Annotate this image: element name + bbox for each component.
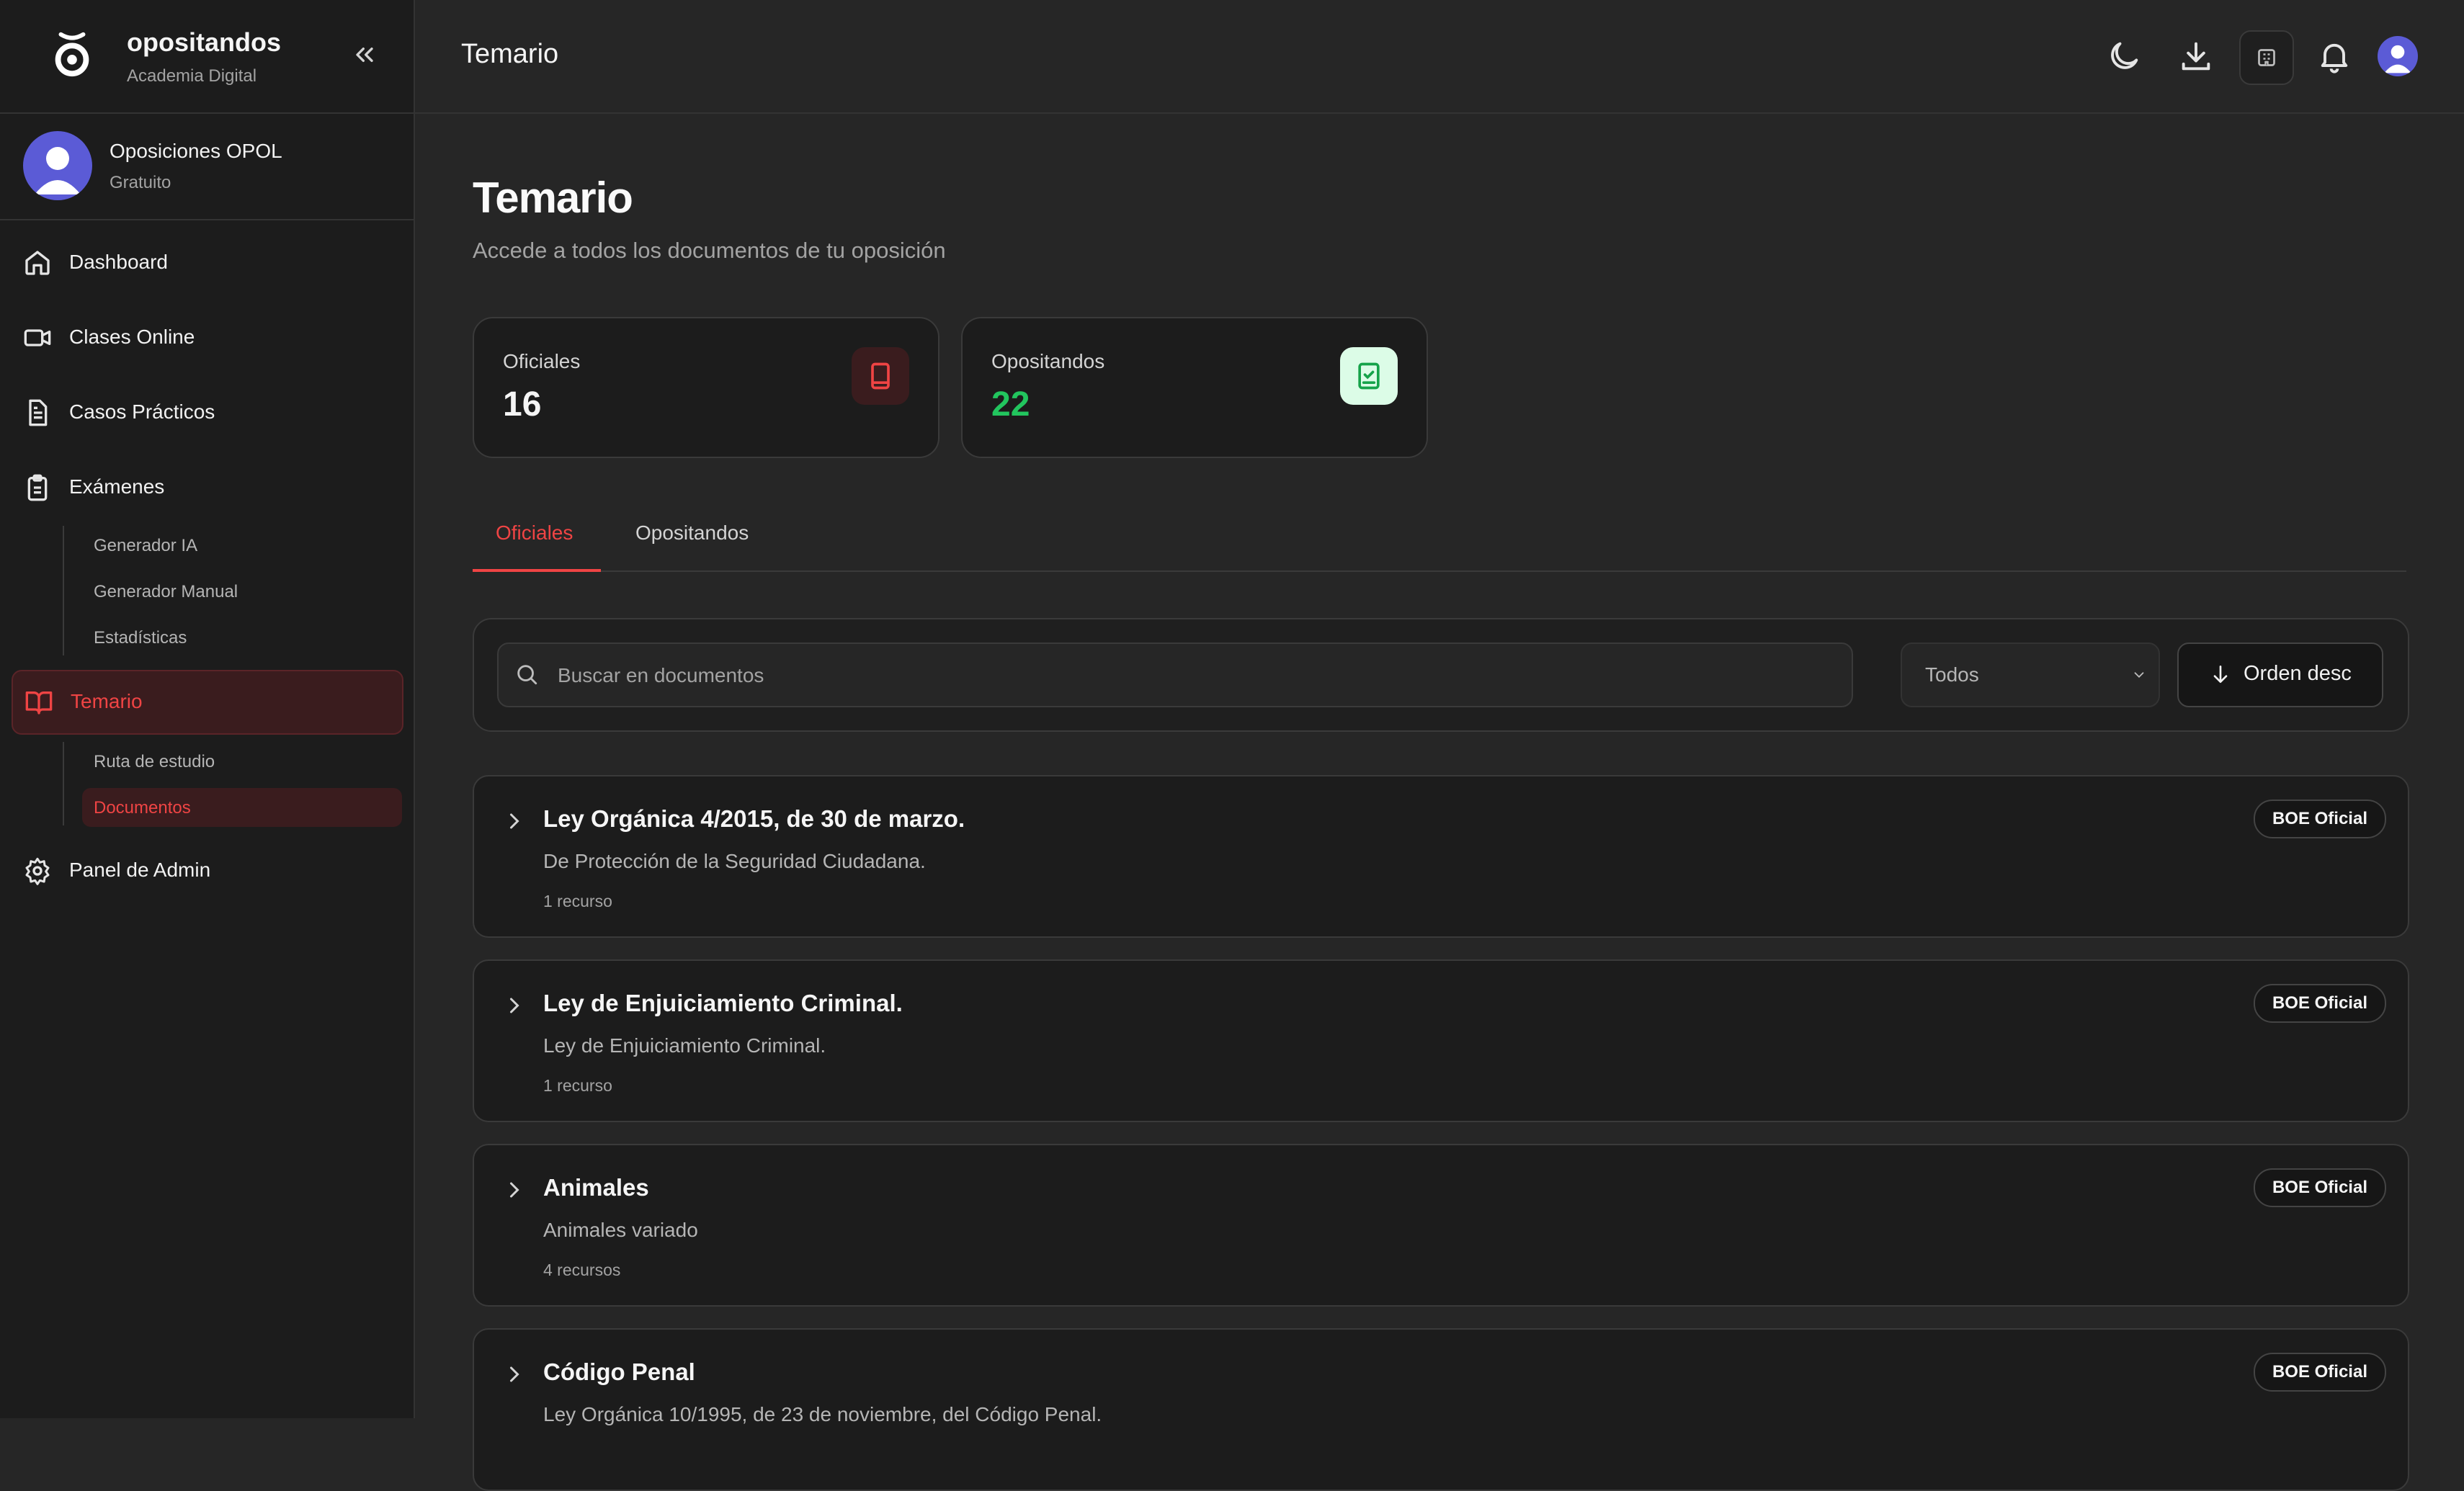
filter-select[interactable]: Todos — [1901, 642, 2160, 707]
bell-icon — [2321, 43, 2348, 73]
sidebar-subitem-estadisticas[interactable]: Estadísticas — [82, 618, 402, 657]
order-button[interactable]: Orden desc — [2177, 642, 2383, 707]
sidebar-subitem-documentos[interactable]: Documentos — [82, 788, 402, 827]
book-icon — [871, 362, 890, 390]
sidebar-item-label: Dashboard — [69, 251, 168, 273]
search-input[interactable] — [556, 644, 1842, 707]
stat-card-oficiales: Oficiales 16 — [473, 317, 939, 458]
chevron-right-icon[interactable] — [501, 1177, 527, 1203]
page-subtitle: Accede a todos los documentos de tu opos… — [473, 238, 946, 263]
stat-label: Opositandos — [991, 350, 1105, 372]
document-title: Animales — [543, 1174, 649, 1201]
sidebar-item-label: Exámenes — [69, 475, 165, 498]
active-tab-indicator — [473, 569, 601, 572]
sidebar-item-clases-online[interactable]: Clases Online — [12, 307, 401, 369]
sidebar-item-casos-practicos[interactable]: Casos Prácticos — [12, 382, 401, 444]
avatar — [23, 131, 92, 200]
sidebar-subitem-generador-ia[interactable]: Generador IA — [82, 526, 402, 565]
profile-name: Oposiciones OPOL — [110, 140, 282, 162]
download-icon — [2182, 42, 2210, 71]
sidebar-subitem-ruta-de-estudio[interactable]: Ruta de estudio — [82, 742, 402, 781]
tabs: Oficiales Opositandos — [473, 504, 2406, 572]
sidebar-item-label: Clases Online — [69, 326, 195, 348]
user-avatar-button[interactable] — [2378, 36, 2418, 76]
sidebar-item-label: Temario — [71, 690, 143, 712]
sidebar-item-dashboard[interactable]: Dashboard — [12, 232, 401, 294]
document-title: Ley Orgánica 4/2015, de 30 de marzo. — [543, 805, 965, 832]
chevron-right-icon[interactable] — [501, 808, 527, 834]
home-icon — [25, 251, 50, 275]
sidebar-subitem-generador-manual[interactable]: Generador Manual — [82, 572, 402, 611]
document-description: Ley Orgánica 10/1995, de 23 de noviembre… — [543, 1403, 1102, 1425]
document-description: Ley de Enjuiciamiento Criminal. — [543, 1034, 826, 1057]
book-open-icon — [25, 691, 53, 715]
gear-icon — [25, 857, 50, 885]
sidebar-item-label: Casos Prácticos — [69, 400, 215, 423]
subnav-divider — [63, 742, 64, 825]
sidebar: opositandos Academia Digital Oposiciones… — [0, 0, 415, 1418]
tab-oficiales[interactable]: Oficiales — [496, 521, 573, 545]
document-badge: BOE Oficial — [2253, 1168, 2386, 1207]
topbar-title: Temario — [461, 39, 559, 69]
checklist-icon — [1358, 362, 1380, 390]
document-description: De Protección de la Seguridad Ciudadana. — [543, 850, 926, 872]
stat-value: 16 — [503, 385, 542, 424]
collapse-sidebar-icon[interactable] — [350, 40, 379, 69]
video-icon — [24, 329, 51, 346]
document-card[interactable]: Código Penal Ley Orgánica 10/1995, de 23… — [473, 1328, 2409, 1491]
brand-subtitle: Academia Digital — [127, 66, 257, 86]
stat-label: Oficiales — [503, 350, 581, 372]
order-button-label: Orden desc — [2244, 662, 2352, 685]
chevron-down-icon — [2134, 672, 2144, 679]
chevron-right-icon[interactable] — [501, 1361, 527, 1387]
sidebar-item-examenes[interactable]: Exámenes — [12, 457, 401, 519]
brand-logo-icon — [55, 32, 89, 77]
document-icon — [29, 399, 48, 426]
document-card[interactable]: Ley Orgánica 4/2015, de 30 de marzo. De … — [473, 775, 2409, 938]
chevron-right-icon[interactable] — [501, 993, 527, 1018]
clipboard-icon — [27, 474, 48, 501]
stat-icon-badge — [1340, 347, 1398, 405]
sidebar-item-panel-admin[interactable]: Panel de Admin — [12, 840, 401, 902]
brand-header: opositandos Academia Digital — [0, 0, 414, 114]
document-card[interactable]: Animales Animales variado 4 recursos BOE… — [473, 1144, 2409, 1307]
document-card[interactable]: Ley de Enjuiciamiento Criminal. Ley de E… — [473, 959, 2409, 1122]
document-title: Ley de Enjuiciamiento Criminal. — [543, 990, 903, 1016]
brand-name: opositandos — [127, 27, 281, 57]
document-badge: BOE Oficial — [2253, 1353, 2386, 1392]
dark-mode-toggle[interactable] — [2105, 37, 2143, 75]
notifications-button[interactable] — [2316, 37, 2353, 75]
subnav-divider — [63, 526, 64, 655]
tab-opositandos[interactable]: Opositandos — [635, 521, 749, 545]
filter-select-value: Todos — [1925, 663, 1979, 686]
profile-plan: Gratuito — [110, 173, 171, 192]
stat-card-opositandos: Opositandos 22 — [961, 317, 1428, 458]
workspace-button[interactable] — [2239, 30, 2294, 85]
document-title: Código Penal — [543, 1358, 695, 1385]
stat-icon-badge — [852, 347, 909, 405]
user-icon — [2384, 45, 2411, 73]
arrow-down-icon — [2213, 666, 2228, 683]
sidebar-item-temario[interactable]: Temario — [12, 670, 403, 735]
document-description: Animales variado — [543, 1219, 698, 1241]
download-button[interactable] — [2177, 37, 2215, 75]
search-icon — [517, 665, 537, 685]
document-badge: BOE Oficial — [2253, 984, 2386, 1023]
sidebar-item-label: Panel de Admin — [69, 859, 211, 881]
document-resource-count: 1 recurso — [543, 1076, 612, 1095]
search-field[interactable] — [497, 642, 1853, 707]
moon-icon — [2111, 42, 2138, 69]
filter-bar: Todos Orden desc — [473, 618, 2409, 732]
building-icon — [2258, 49, 2275, 66]
document-resource-count: 1 recurso — [543, 892, 612, 910]
profile-card[interactable]: Oposiciones OPOL Gratuito — [0, 112, 414, 220]
topbar: Temario — [415, 0, 2464, 114]
user-icon — [35, 147, 81, 194]
document-resource-count: 4 recursos — [543, 1261, 621, 1279]
stat-value: 22 — [991, 385, 1030, 424]
document-badge: BOE Oficial — [2253, 800, 2386, 838]
page-title: Temario — [473, 174, 633, 222]
